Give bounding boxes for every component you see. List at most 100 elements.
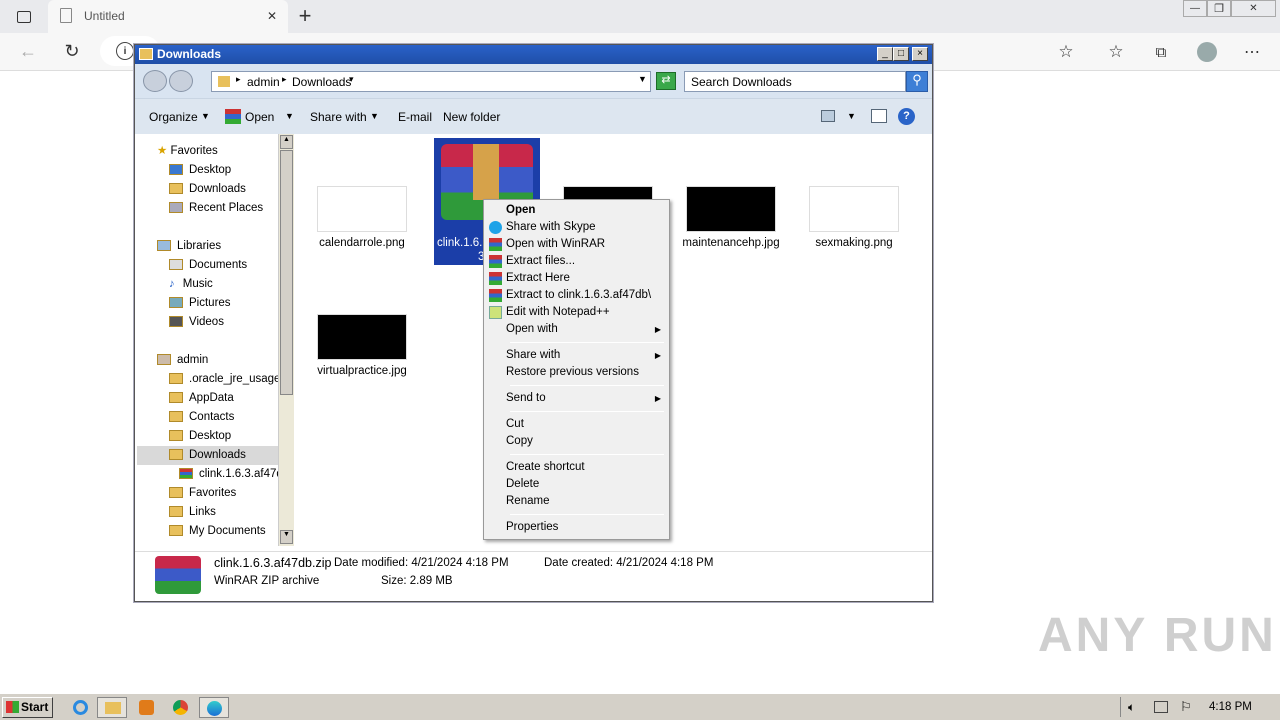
media-player-icon[interactable] — [132, 697, 162, 718]
nav-clink[interactable]: clink.1.6.3.af47db — [179, 465, 279, 484]
menu-restore-versions[interactable]: Restore previous versions — [486, 364, 667, 381]
organize-button[interactable]: Organize — [149, 99, 198, 135]
maximize-button[interactable]: □ — [893, 47, 909, 61]
file-name[interactable]: calendarrole.png — [307, 237, 417, 249]
share-with-button[interactable]: Share with — [310, 99, 367, 135]
nav-admin[interactable]: admin — [157, 351, 208, 370]
tab-title: Untitled — [84, 9, 125, 23]
clock: 4:18 PM — [1209, 701, 1252, 713]
minimize-button[interactable]: — — [1183, 0, 1207, 17]
nav-downloads[interactable]: Downloads — [169, 180, 246, 199]
start-button[interactable]: Start — [2, 697, 53, 718]
explorer-taskbar-icon[interactable] — [97, 697, 127, 718]
edge-icon[interactable] — [199, 697, 229, 718]
nav-pictures[interactable]: Pictures — [169, 294, 231, 313]
reload-icon[interactable]: ↻ — [62, 41, 82, 61]
nav-links[interactable]: Links — [169, 503, 216, 522]
file-thumbnail[interactable] — [317, 314, 407, 360]
restore-button[interactable]: ❐ — [1207, 0, 1231, 17]
tab-actions-icon[interactable] — [14, 7, 34, 27]
menu-open-winrar[interactable]: Open with WinRAR — [486, 236, 667, 253]
scroll-up-icon[interactable]: ▲ — [280, 135, 293, 149]
navigation-pane: ★ Favorites Desktop Downloads Recent Pla… — [137, 134, 295, 546]
menu-extract-here[interactable]: Extract Here — [486, 270, 667, 287]
nav-desktop[interactable]: Desktop — [169, 161, 231, 180]
nav-videos[interactable]: Videos — [169, 313, 224, 332]
menu-extract-files[interactable]: Extract files... — [486, 253, 667, 270]
refresh-icon[interactable]: ⇄ — [656, 72, 676, 90]
close-button[interactable]: × — [912, 47, 928, 61]
close-window-button[interactable]: ✕ — [1231, 0, 1276, 17]
chevron-down-icon[interactable]: ▼ — [638, 74, 647, 84]
search-icon[interactable]: ⚲ — [906, 71, 928, 92]
menu-edit-notepad[interactable]: Edit with Notepad++ — [486, 304, 667, 321]
menu-open[interactable]: Open — [486, 202, 667, 219]
address-toolbar: ▸ admin ▸ Downloads ▾ ▼ ⇄ Search Downloa… — [135, 64, 932, 98]
nav-favorites-admin[interactable]: Favorites — [169, 484, 236, 503]
menu-extract-to[interactable]: Extract to clink.1.6.3.af47db\ — [486, 287, 667, 304]
file-thumbnail[interactable] — [686, 186, 776, 232]
winrar-icon — [179, 468, 193, 480]
ie-icon[interactable] — [66, 697, 96, 718]
info-icon[interactable]: i — [116, 42, 134, 60]
nav-libraries[interactable]: Libraries — [157, 237, 221, 256]
file-thumbnail[interactable] — [317, 186, 407, 232]
collections-icon[interactable]: ⧉ — [1151, 42, 1171, 62]
profile-avatar[interactable] — [1197, 42, 1217, 62]
menu-create-shortcut[interactable]: Create shortcut — [486, 459, 667, 476]
nav-appdata[interactable]: AppData — [169, 389, 234, 408]
preview-pane-icon[interactable] — [871, 109, 887, 123]
scroll-thumb[interactable] — [280, 150, 293, 395]
forward-button[interactable] — [169, 70, 193, 92]
menu-share-skype[interactable]: Share with Skype — [486, 219, 667, 236]
flag-icon[interactable]: ⚐ — [1180, 699, 1192, 715]
favorites-icon[interactable]: ☆ — [1106, 42, 1126, 62]
menu-open-with[interactable]: Open with ▶ — [486, 321, 667, 338]
nav-scrollbar[interactable]: ▲ ▼ — [278, 134, 294, 546]
menu-delete[interactable]: Delete — [486, 476, 667, 493]
new-tab-button[interactable]: + — [295, 3, 315, 28]
help-icon[interactable]: ? — [898, 108, 915, 125]
nav-documents[interactable]: Documents — [169, 256, 247, 275]
breadcrumb[interactable]: ▸ admin ▸ Downloads ▾ ▼ — [211, 71, 651, 92]
menu-rename[interactable]: Rename — [486, 493, 667, 510]
menu-share-with[interactable]: Share with ▶ — [486, 347, 667, 364]
new-folder-button[interactable]: New folder — [443, 99, 500, 135]
nav-my-documents[interactable]: My Documents — [169, 522, 266, 541]
nav-contacts[interactable]: Contacts — [169, 408, 234, 427]
menu-copy[interactable]: Copy — [486, 433, 667, 450]
nav-favorites[interactable]: ★ Favorites — [157, 142, 218, 161]
breadcrumb-admin[interactable]: admin — [247, 75, 280, 89]
details-size: Size: 2.89 MB — [381, 575, 453, 587]
menu-properties[interactable]: Properties — [486, 519, 667, 536]
scroll-down-icon[interactable]: ▼ — [280, 530, 293, 544]
back-icon[interactable]: ← — [18, 41, 38, 61]
close-tab-icon[interactable]: ✕ — [264, 8, 280, 24]
breadcrumb-downloads[interactable]: Downloads — [292, 75, 351, 89]
email-button[interactable]: E-mail — [398, 99, 432, 135]
network-icon[interactable] — [1154, 701, 1168, 713]
file-name[interactable]: sexmaking.png — [799, 237, 909, 249]
nav-oracle[interactable]: .oracle_jre_usage — [169, 370, 280, 389]
nav-recent-places[interactable]: Recent Places — [169, 199, 263, 218]
skype-icon — [489, 221, 502, 234]
menu-send-to[interactable]: Send to ▶ — [486, 390, 667, 407]
notepad-icon — [489, 306, 502, 319]
volume-icon[interactable]: 🔈︎ — [1128, 700, 1135, 715]
more-menu-icon[interactable]: ⋯ — [1242, 42, 1262, 62]
add-favorite-icon[interactable]: ☆ — [1056, 42, 1076, 62]
chrome-icon[interactable] — [166, 697, 196, 718]
file-name[interactable]: maintenancehp.jpg — [676, 237, 786, 249]
nav-desktop-admin[interactable]: Desktop — [169, 427, 231, 446]
back-button[interactable] — [143, 70, 167, 92]
view-icon[interactable] — [821, 110, 835, 122]
file-thumbnail[interactable] — [809, 186, 899, 232]
nav-music[interactable]: ♪ Music — [169, 275, 213, 294]
menu-cut[interactable]: Cut — [486, 416, 667, 433]
file-name[interactable]: virtualpractice.jpg — [307, 365, 417, 377]
minimize-button[interactable]: _ — [877, 47, 893, 61]
open-button[interactable]: Open — [245, 99, 274, 135]
search-input[interactable]: Search Downloads — [684, 71, 906, 92]
nav-downloads-admin[interactable]: Downloads — [137, 446, 278, 465]
selected-file-name[interactable]: clink.1.6. — [437, 237, 482, 249]
